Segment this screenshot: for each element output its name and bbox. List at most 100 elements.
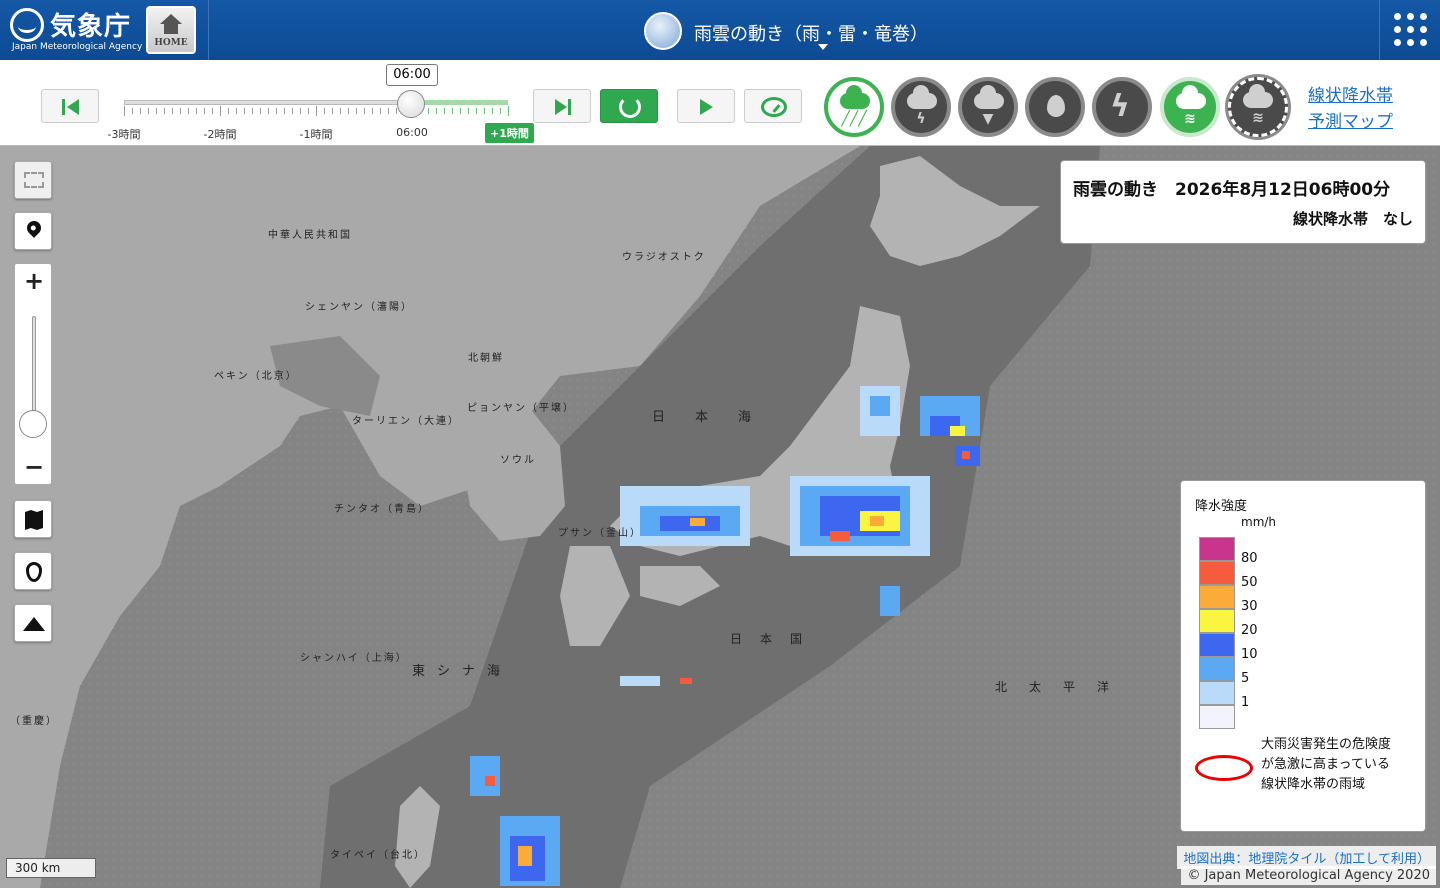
- map-label: ウラジオストク: [622, 252, 706, 263]
- legend-value: 1: [1241, 695, 1250, 710]
- legend-value: 20: [1241, 623, 1258, 638]
- slider-tick: [196, 108, 197, 114]
- slider-tick: [340, 108, 341, 114]
- slider-tick: [468, 108, 469, 114]
- slider-tick: [492, 108, 493, 114]
- slider-tick: [508, 106, 509, 116]
- zoom-slider-knob[interactable]: [19, 410, 47, 438]
- slider-tick: [372, 108, 373, 114]
- legend-value: 50: [1241, 575, 1258, 590]
- linear-rainband-status: 線状降水帯 なし: [1292, 210, 1413, 228]
- skip-start-button[interactable]: [41, 89, 99, 123]
- slider-tick: [484, 108, 485, 114]
- mode-rain-button[interactable]: ╱╱╱: [824, 77, 884, 137]
- terrain-button[interactable]: [14, 604, 52, 642]
- slider-tick: [436, 108, 437, 114]
- copyright-text: © Japan Meteorological Agency 2020: [1181, 866, 1436, 885]
- water-layer-button[interactable]: [14, 552, 52, 590]
- slider-tick: [156, 108, 157, 114]
- slider-tick: [236, 108, 237, 114]
- slider-tick: [396, 108, 397, 114]
- map-label: シャンハイ（上海）: [300, 653, 408, 664]
- mode-tornado-button[interactable]: ▼: [958, 77, 1018, 137]
- mode-linear-rainband-button[interactable]: ≋: [1160, 77, 1220, 137]
- jma-mark-icon: [10, 8, 44, 42]
- legend-swatch: [1199, 537, 1235, 561]
- time-label: -2時間: [203, 128, 237, 141]
- page-title: 雨雲の動き（雨・雷・竜巻）: [694, 24, 928, 45]
- menu-grid-button[interactable]: [1380, 0, 1440, 60]
- chevron-down-icon: [818, 44, 828, 50]
- slider-tick: [180, 108, 181, 114]
- legend-value: 10: [1241, 647, 1258, 662]
- linear-rainband-icon: [1176, 85, 1206, 109]
- fullscreen-button[interactable]: [14, 161, 52, 199]
- map-label: 北朝鮮: [468, 353, 504, 364]
- time-slider-knob[interactable]: [397, 90, 425, 118]
- slider-tick: [204, 108, 205, 114]
- map-label: ターリエン（大連）: [352, 416, 460, 427]
- legend-swatch: [1199, 705, 1235, 729]
- reload-button[interactable]: [600, 89, 658, 123]
- toolbar: -3時間 -2時間 -1時間 06:00 +1時間 06:00 ╱╱╱ ϟ ▼ …: [0, 60, 1440, 146]
- linear-rainband-forecast-icon: [1243, 84, 1273, 108]
- thunder-cloud-icon: [907, 85, 937, 109]
- forecast-map-link[interactable]: 線状降水帯: [1308, 81, 1393, 106]
- map-label: 北太平洋: [995, 680, 1132, 694]
- slider-tick: [220, 106, 221, 116]
- jma-logo[interactable]: 気象庁 Japan Meteorological Agency: [10, 6, 142, 54]
- slider-tick: [292, 108, 293, 114]
- skip-end-button[interactable]: [533, 89, 591, 123]
- header-bar: 気象庁 Japan Meteorological Agency HOME 雨雲の…: [0, 0, 1440, 60]
- scale-bar: 300 km: [6, 858, 96, 878]
- slider-tick: [444, 108, 445, 114]
- slider-tick: [500, 108, 501, 114]
- slider-tick: [188, 108, 189, 114]
- slider-tick: [324, 108, 325, 114]
- forecast-map-link[interactable]: 予測マップ: [1308, 107, 1393, 132]
- legend-value: 80: [1241, 551, 1258, 566]
- legend-swatch: [1199, 585, 1235, 609]
- slider-tick: [124, 106, 125, 116]
- locate-button[interactable]: [14, 212, 52, 250]
- map-label: シェンヤン（瀋陽）: [305, 302, 413, 313]
- slider-tick: [364, 108, 365, 114]
- slider-tick: [428, 108, 429, 114]
- mode-linear-forecast-button[interactable]: ≋: [1228, 77, 1288, 137]
- location-pin-icon: [24, 218, 44, 238]
- basemap-button[interactable]: [14, 500, 52, 538]
- home-label: HOME: [154, 38, 188, 48]
- water-drop-icon: [26, 562, 42, 582]
- radar-globe-icon: [644, 12, 682, 50]
- home-icon: [160, 14, 182, 24]
- legend-note-line: 線状降水帯の雨域: [1261, 777, 1366, 792]
- map-label: 日本海: [652, 410, 782, 425]
- slider-tick: [452, 108, 453, 114]
- slider-tick: [228, 108, 229, 114]
- speedometer-icon: [761, 97, 787, 117]
- legend-note-line: が急激に高まっている: [1261, 757, 1390, 772]
- mode-drop-button[interactable]: [1025, 77, 1085, 137]
- mode-lightning-button[interactable]: ϟ: [1092, 77, 1152, 137]
- info-panel: 雨雲の動き 2026年8月12日06時00分 線状降水帯 なし: [1060, 160, 1426, 244]
- home-button[interactable]: HOME: [146, 6, 196, 54]
- time-label: 06:00: [396, 126, 428, 139]
- mode-thunder-button[interactable]: ϟ: [891, 77, 951, 137]
- slider-tick: [252, 108, 253, 114]
- map-label: プサン（釜山）: [558, 528, 642, 539]
- legend-value: 5: [1241, 671, 1250, 686]
- zoom-out-button[interactable]: −: [15, 450, 53, 486]
- slider-tick: [356, 108, 357, 114]
- grid-dot: [1394, 13, 1401, 20]
- logo-text: 気象庁: [50, 12, 132, 42]
- legend-swatch: [1199, 633, 1235, 657]
- info-title: 雨雲の動き 2026年8月12日06時00分: [1073, 180, 1391, 200]
- slider-tick: [172, 108, 173, 114]
- speed-button[interactable]: [744, 89, 802, 123]
- play-button[interactable]: [677, 89, 735, 123]
- reload-icon: [619, 96, 641, 118]
- zoom-in-button[interactable]: +: [15, 264, 53, 300]
- map-label: ピョンヤン（平壌）: [467, 403, 575, 414]
- map-area[interactable]: 中華人民共和国 ウラジオストク シェンヤン（瀋陽） 北朝鮮 ペキン（北京） ター…: [0, 146, 1440, 888]
- play-icon: [700, 99, 713, 115]
